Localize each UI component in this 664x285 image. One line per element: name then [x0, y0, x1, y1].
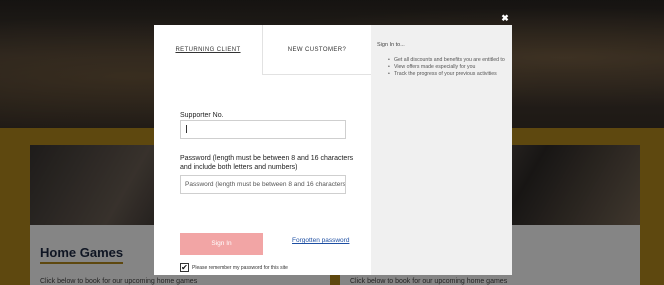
benefit-item: View offers made especially for you	[388, 64, 508, 70]
login-modal: RETURNING CLIENT NEW CUSTOMER? Supporter…	[154, 25, 512, 275]
sign-in-button[interactable]: Sign In	[180, 233, 263, 255]
supporter-no-label: Supporter No.	[180, 112, 224, 119]
login-form: RETURNING CLIENT NEW CUSTOMER? Supporter…	[154, 25, 371, 275]
tab-returning-client[interactable]: RETURNING CLIENT	[154, 25, 263, 75]
close-icon[interactable]: ✖	[500, 13, 510, 23]
benefits-list: Get all discounts and benefits you are e…	[388, 57, 508, 78]
supporter-no-input[interactable]	[180, 120, 346, 139]
remember-label: Please remember my password for this sit…	[192, 264, 288, 271]
password-label: Password (length must be between 8 and 1…	[180, 155, 354, 171]
benefit-item: Get all discounts and benefits you are e…	[388, 57, 508, 63]
login-tabs: RETURNING CLIENT NEW CUSTOMER?	[154, 25, 371, 75]
forgotten-password-link[interactable]: Forgotten password	[292, 237, 349, 244]
password-input[interactable]: Password (length must be between 8 and 1…	[180, 175, 346, 194]
benefits-title: Sign In to...	[377, 42, 405, 48]
sign-in-benefits-panel: Sign In to... Get all discounts and bene…	[371, 25, 512, 275]
benefit-item: Track the progress of your previous acti…	[388, 71, 508, 77]
remember-checkbox[interactable]: ✔	[180, 263, 189, 272]
tab-new-customer[interactable]: NEW CUSTOMER?	[263, 25, 371, 75]
remember-password: ✔ Please remember my password for this s…	[180, 263, 288, 272]
text-caret	[186, 125, 187, 134]
